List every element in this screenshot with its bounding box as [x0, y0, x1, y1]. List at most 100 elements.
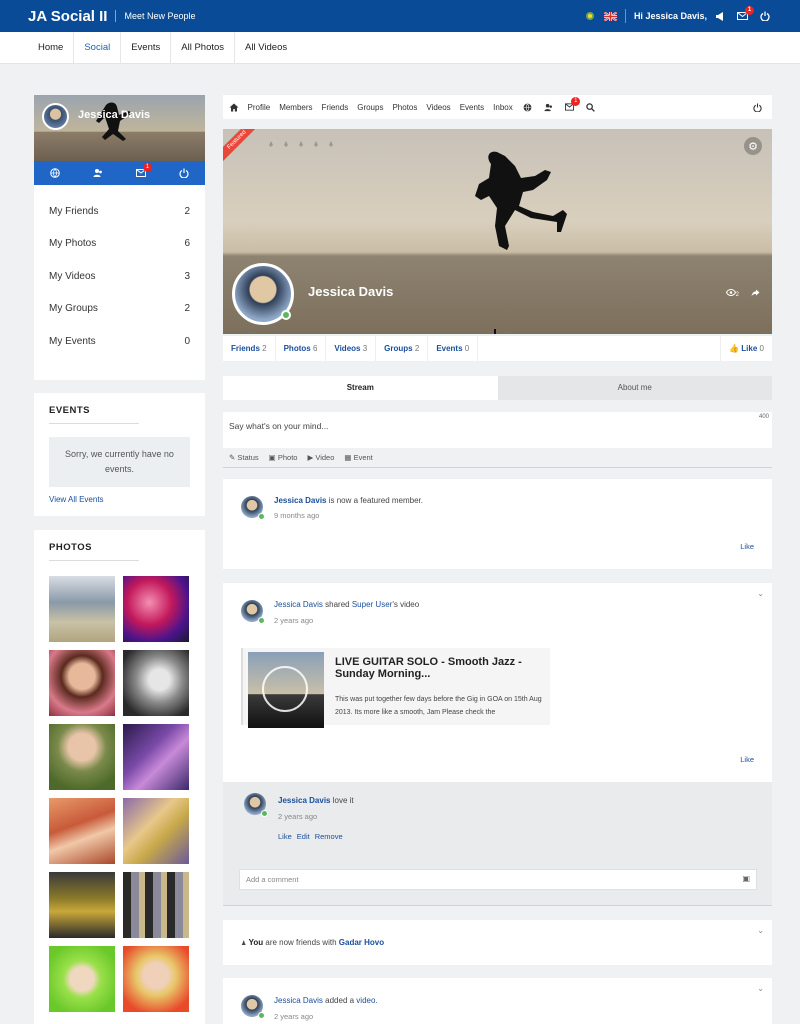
tab-photos[interactable]: Photos 6	[276, 335, 327, 362]
site-logo[interactable]: JA Social II	[28, 8, 107, 25]
inbox-icon[interactable]: 1	[565, 97, 581, 111]
post-message: are now friends with	[265, 938, 337, 947]
megaphone-icon[interactable]	[715, 11, 725, 21]
search-icon[interactable]	[586, 102, 596, 112]
post-avatar[interactable]	[241, 496, 265, 520]
nav-events[interactable]: Events	[121, 32, 172, 63]
subnav-photos[interactable]: Photos	[388, 103, 422, 112]
tab-count: 6	[312, 343, 318, 353]
post-actor[interactable]: Jessica Davis	[274, 600, 323, 609]
menu-label: My Photos	[49, 238, 97, 250]
activity-post: ⌄ Jessica Davis shared Super User's vide…	[223, 583, 772, 782]
user-greeting[interactable]: Hi Jessica Davis,	[634, 11, 707, 21]
subnav-videos[interactable]: Videos	[422, 103, 455, 112]
comment-edit-link[interactable]: Edit	[297, 832, 310, 841]
comment-remove-link[interactable]: Remove	[315, 832, 343, 841]
chevron-down-icon[interactable]: ⌄	[757, 984, 764, 993]
nav-all-videos[interactable]: All Videos	[235, 32, 297, 63]
tab-videos[interactable]: Videos 3	[326, 335, 377, 362]
mail-icon[interactable]: 1	[737, 6, 754, 20]
subnav-members[interactable]: Members	[275, 103, 317, 112]
play-icon[interactable]	[262, 666, 308, 712]
subnav-friends[interactable]: Friends	[317, 103, 353, 112]
friend-link[interactable]: Gadar Hovo	[339, 938, 384, 947]
tab-groups[interactable]: Groups 2	[376, 335, 429, 362]
photo-thumbnail[interactable]	[49, 872, 115, 938]
power-icon[interactable]	[760, 11, 770, 21]
menu-my-events[interactable]: My Events 0	[49, 325, 190, 358]
video-attachment[interactable]: LIVE GUITAR SOLO - Smooth Jazz - Sunday …	[241, 648, 550, 728]
uk-flag-icon[interactable]	[603, 11, 617, 21]
menu-my-groups[interactable]: My Groups 2	[49, 293, 190, 326]
photo-thumbnail[interactable]	[49, 798, 115, 864]
photo-thumbnail[interactable]	[123, 576, 189, 642]
friends-icon[interactable]	[93, 168, 103, 178]
composer-tab-event[interactable]: ▦ Event	[344, 453, 372, 462]
subnav-profile[interactable]: Profile	[243, 103, 275, 112]
nav-social[interactable]: Social	[74, 32, 122, 63]
camera-icon[interactable]: ▣	[742, 874, 750, 883]
menu-my-photos[interactable]: My Photos 6	[49, 228, 190, 261]
chevron-down-icon[interactable]: ⌄	[757, 589, 764, 598]
like-profile-button[interactable]: 👍 Like 0	[720, 336, 772, 362]
comment-like-link[interactable]: Like	[278, 832, 292, 841]
photo-thumbnail[interactable]	[123, 724, 189, 790]
post-actor[interactable]: Jessica Davis	[274, 996, 323, 1005]
photo-thumbnail[interactable]	[49, 576, 115, 642]
subnav-events[interactable]: Events	[455, 103, 488, 112]
globe-icon[interactable]	[50, 168, 61, 178]
post-avatar[interactable]	[241, 600, 265, 624]
comment-avatar[interactable]	[244, 793, 268, 817]
online-status-indicator	[258, 1012, 265, 1019]
composer-tab-status[interactable]: ✎ Status	[229, 453, 259, 462]
post-actor[interactable]: Jessica Davis	[274, 496, 327, 505]
site-tagline: Meet New People	[115, 10, 196, 22]
logout-icon[interactable]	[179, 168, 189, 178]
photo-thumbnail[interactable]	[123, 798, 189, 864]
comment-actor[interactable]: Jessica Davis	[278, 796, 331, 805]
menu-my-friends[interactable]: My Friends 2	[49, 195, 190, 228]
globe-icon[interactable]	[523, 103, 532, 112]
composer-tab-video[interactable]: ▶ Video	[307, 453, 334, 462]
photo-thumbnail[interactable]	[49, 724, 115, 790]
photos-card: PHOTOS	[34, 530, 205, 1024]
subnav-inbox[interactable]: Inbox	[489, 103, 518, 112]
photo-thumbnail[interactable]	[123, 872, 189, 938]
subnav-groups[interactable]: Groups	[353, 103, 388, 112]
chevron-down-icon[interactable]: ⌄	[757, 926, 764, 935]
view-all-events-link[interactable]: View All Events	[49, 495, 190, 504]
mini-avatar[interactable]	[42, 103, 69, 130]
post-target-link[interactable]: Super User	[352, 600, 392, 609]
tab-about-me[interactable]: About me	[497, 376, 772, 400]
video-title[interactable]: LIVE GUITAR SOLO - Smooth Jazz - Sunday …	[335, 656, 545, 680]
mini-profile-name[interactable]: Jessica Davis	[78, 109, 150, 121]
tab-events[interactable]: Events 0	[428, 335, 479, 362]
friends-icon[interactable]	[544, 103, 553, 112]
post-like-link[interactable]: Like	[740, 755, 754, 764]
post-like-link[interactable]: Like	[740, 542, 754, 551]
tab-stream[interactable]: Stream	[223, 376, 498, 400]
post-text: Jessica Davis shared Super User's video	[274, 600, 419, 609]
views-number: 2	[735, 292, 739, 298]
photo-thumbnail[interactable]	[49, 946, 115, 1012]
inbox-icon[interactable]: 1	[135, 163, 152, 177]
nav-all-photos[interactable]: All Photos	[171, 32, 236, 63]
post-video-link[interactable]: video.	[356, 996, 377, 1005]
photo-thumbnail[interactable]	[49, 650, 115, 716]
video-thumbnail[interactable]	[248, 652, 324, 728]
photo-thumbnail[interactable]	[123, 650, 189, 716]
photo-thumbnail[interactable]	[123, 946, 189, 1012]
share-icon[interactable]	[751, 288, 760, 298]
menu-my-videos[interactable]: My Videos 3	[49, 260, 190, 293]
composer-tab-photo[interactable]: ▣ Photo	[269, 453, 298, 462]
gear-icon[interactable]: ⚙	[744, 137, 762, 155]
nav-home[interactable]: Home	[28, 32, 75, 63]
power-icon[interactable]	[753, 102, 762, 112]
home-icon[interactable]	[229, 103, 239, 112]
post-avatar[interactable]	[241, 995, 265, 1019]
profile-avatar[interactable]	[232, 263, 294, 325]
status-composer[interactable]: Say what's on your mind... 400	[223, 412, 772, 448]
language-flag-icon[interactable]	[584, 11, 596, 21]
tab-friends[interactable]: Friends 2	[223, 335, 276, 362]
add-comment-input[interactable]: Add a comment ▣	[239, 869, 757, 890]
